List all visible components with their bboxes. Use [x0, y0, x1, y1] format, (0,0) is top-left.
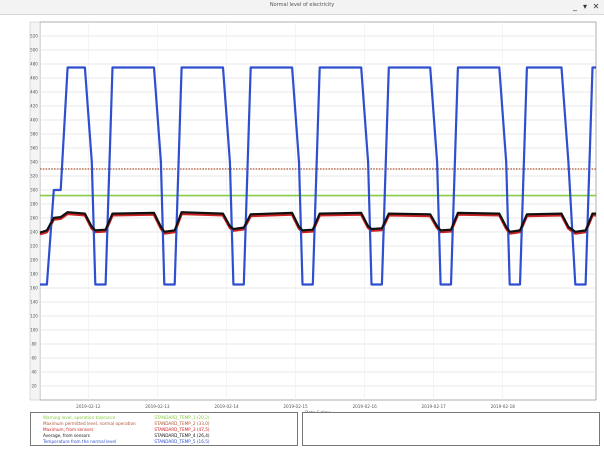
legend-entry-temperature: Temperature from the normal level STANDA… [43, 439, 293, 445]
y-tick-label: 120 [30, 314, 38, 319]
chart-area: 20 40 60 80 100 120 140 160 180 200 220 240 260 280 30… [0, 14, 604, 412]
y-tick-label: 240 [30, 230, 38, 235]
x-tick-label: 2019-02-13 [145, 404, 170, 409]
app-window: Normal level of electricity _ ▾ ✕ 20 40 60… [0, 0, 604, 451]
legend-name: Temperature from the normal level [43, 439, 117, 444]
maximize-button[interactable]: ▾ [580, 1, 590, 12]
legend-value: STANDARD_TEMP_5 (16,5) [154, 439, 210, 444]
y-tick-label: 460 [30, 76, 38, 81]
title-bar: Normal level of electricity _ ▾ ✕ [0, 0, 604, 15]
y-tick-label: 220 [30, 244, 38, 249]
y-tick-label: 320 [30, 174, 38, 179]
y-tick-label: 260 [30, 216, 38, 221]
line-chart: 20 40 60 80 100 120 140 160 180 200 220 240 260 280 30… [29, 21, 597, 412]
minimize-button[interactable]: _ [570, 1, 580, 12]
y-tick-label: 20 [31, 384, 37, 389]
y-tick-label: 100 [30, 328, 38, 333]
y-tick-label: 440 [30, 90, 38, 95]
x-tick-label: 2019-02-15 [283, 404, 308, 409]
plot-frame [39, 21, 597, 401]
window-title: Normal level of electricity [269, 2, 335, 8]
y-tick-label: 140 [30, 300, 38, 305]
y-tick-label: 40 [31, 370, 37, 375]
y-tick-label: 480 [30, 62, 38, 67]
y-tick-label: 160 [30, 286, 38, 291]
y-tick-label: 500 [30, 48, 38, 53]
x-tick-label: 2019-02-16 [352, 404, 377, 409]
y-tick-label: 380 [30, 132, 38, 137]
y-tick-label: 280 [30, 202, 38, 207]
y-tick-label: 180 [30, 272, 38, 277]
x-tick-label: 2019-02-17 [422, 404, 447, 409]
x-tick-label: 2019-02-18 [491, 404, 516, 409]
x-tick-label: 2019-02-14 [214, 404, 239, 409]
y-tick-label: 520 [30, 34, 38, 39]
x-tick-label: 2019-02-12 [76, 404, 101, 409]
y-tick-label: 80 [31, 342, 37, 347]
y-tick-label: 300 [30, 188, 38, 193]
y-tick-label: 60 [31, 356, 37, 361]
close-button[interactable]: ✕ [591, 1, 601, 12]
y-tick-label: 420 [30, 104, 38, 109]
y-tick-label: 200 [30, 258, 38, 263]
y-tick-label: 340 [30, 160, 38, 165]
legend-panel: Warning level, operation tolerance STAND… [30, 412, 298, 446]
details-panel [302, 412, 600, 446]
y-tick-label: 360 [30, 146, 38, 151]
y-tick-label: 400 [30, 118, 38, 123]
